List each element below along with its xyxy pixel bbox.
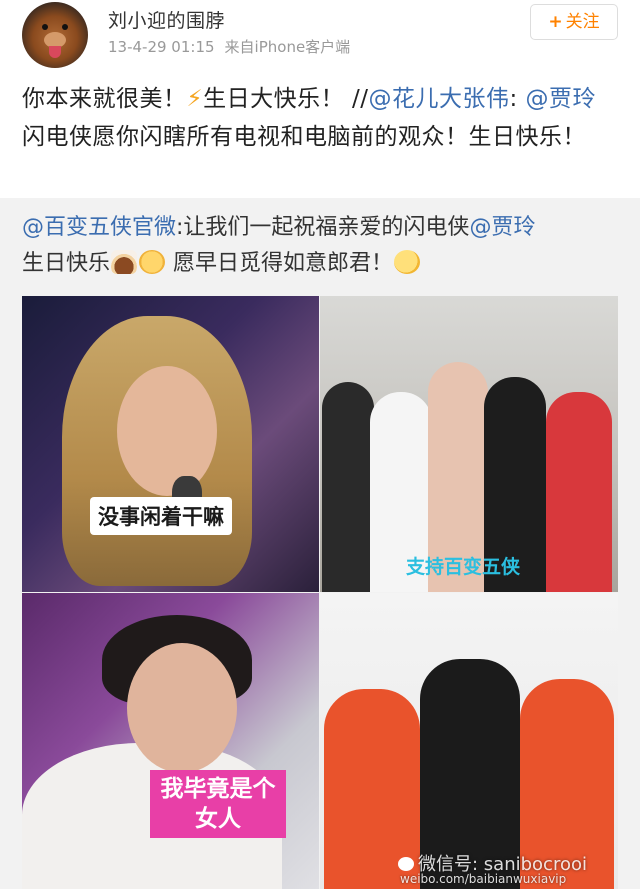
photo-3-caption: 我毕竟是个女人 (150, 770, 286, 838)
user-avatar[interactable] (22, 2, 88, 68)
post-header: 刘小迎的围脖 13-4-29 01:15 来自iPhone客户端 + 关注 (0, 0, 640, 70)
post-meta: 13-4-29 01:15 来自iPhone客户端 (108, 36, 350, 57)
photo-1-face (117, 366, 217, 496)
post-text: 你本来就很美！⚡生日大快乐！ //@花儿大张伟: @贾玲 闪电侠愿你闪瞎所有电视… (22, 80, 622, 156)
repost-text: @百变五侠官微:让我们一起祝福亲爱的闪电侠@贾玲生日快乐 愿早日觅得如意郎君！ (22, 210, 622, 282)
watermark-url: weibo.com/baibianwuxiavip (400, 872, 567, 886)
photo-1-caption: 没事闲着干嘛 (90, 497, 232, 535)
post-timestamp: 13-4-29 01:15 (108, 38, 215, 56)
wechat-icon (398, 857, 414, 871)
kiss-face-icon (139, 250, 166, 274)
photo-2-person-5 (546, 392, 612, 592)
avatar-eye-right (62, 24, 68, 30)
avatar-tongue (49, 46, 61, 58)
photo-4[interactable] (320, 593, 618, 889)
repost-text-part1: :让我们一起祝福亲爱的闪电侠 (176, 215, 470, 240)
plus-icon: + (548, 12, 563, 32)
post-text-colon: : (509, 86, 526, 112)
photo-1[interactable] (22, 296, 319, 592)
lightning-icon: ⚡ (186, 86, 204, 112)
photo-3-face (127, 643, 237, 773)
mention-jialing[interactable]: @贾玲 (526, 86, 597, 112)
post-text-part2: 生日大快乐！ // (203, 86, 369, 112)
mention-zhangwei[interactable]: @花儿大张伟 (368, 86, 509, 112)
avatar-eye-left (42, 24, 48, 30)
photo-2-caption: 支持百变五侠 (406, 556, 521, 578)
mention-jialing-repost[interactable]: @贾玲 (469, 215, 535, 240)
cake-icon (111, 250, 138, 274)
follow-label: 关注 (565, 12, 600, 32)
post-source: 来自iPhone客户端 (224, 38, 351, 56)
weibo-post: 刘小迎的围脖 13-4-29 01:15 来自iPhone客户端 + 关注 你本来就… (0, 0, 640, 889)
mention-baibianwuxia[interactable]: @百变五侠官微 (22, 215, 176, 240)
follow-button[interactable]: + 关注 (530, 4, 618, 40)
photo-2-person-1 (322, 382, 374, 592)
repost-text-part3: 愿早日觅得如意郎君！ (166, 251, 394, 276)
thinking-face-icon (394, 250, 421, 274)
post-text-part1: 你本来就很美！ (22, 86, 187, 112)
repost-text-part2: 生日快乐 (22, 251, 111, 276)
post-text-part3: 闪电侠愿你闪瞎所有电视和电脑前的观众！生日快乐！ (22, 124, 586, 150)
username[interactable]: 刘小迎的围脖 (108, 6, 225, 33)
photo-3[interactable] (22, 593, 319, 889)
